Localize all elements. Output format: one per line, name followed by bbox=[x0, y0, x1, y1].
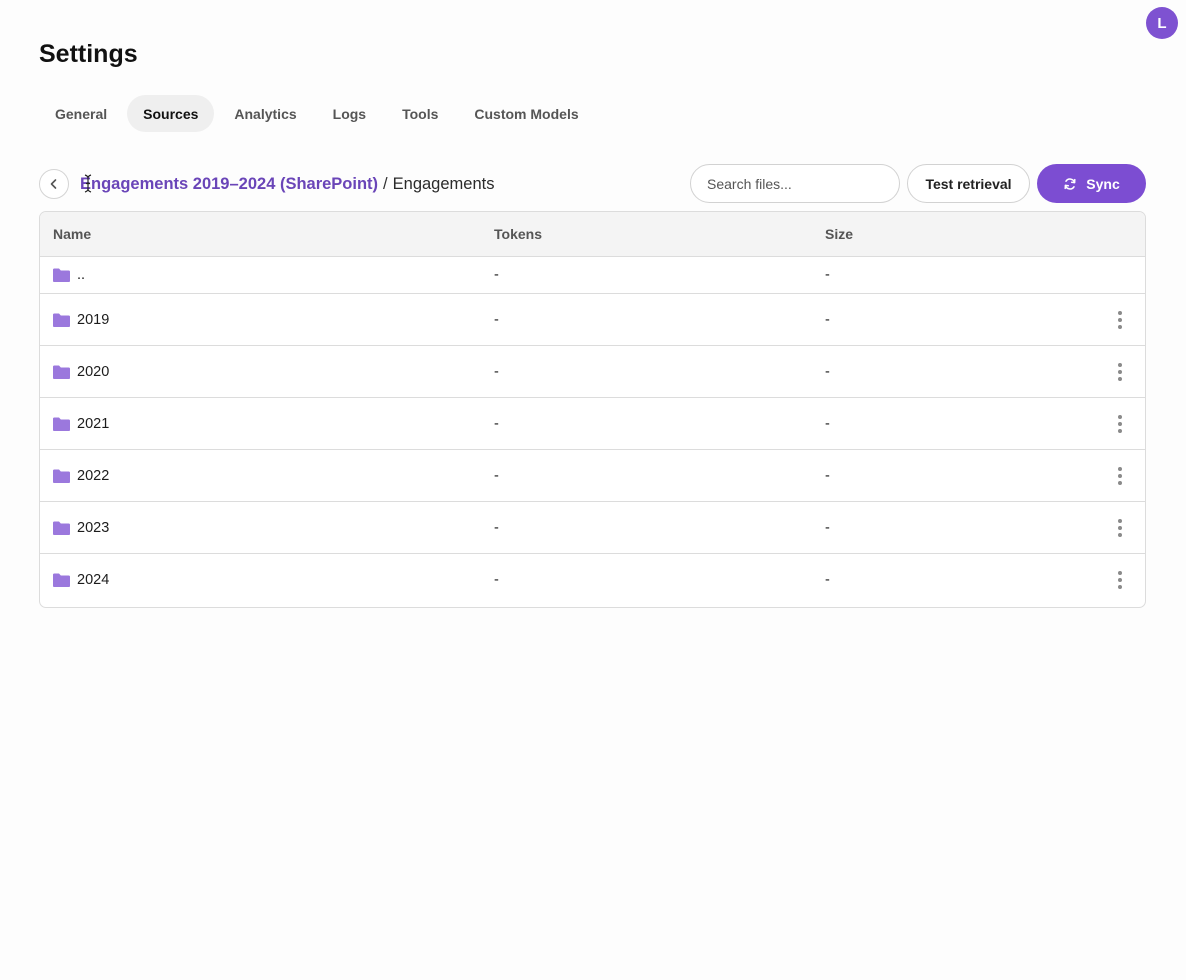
tab-label: Tools bbox=[402, 105, 439, 122]
row-name: 2019 bbox=[77, 311, 110, 328]
row-name-cell: 2020 bbox=[53, 346, 109, 397]
sync-label: Sync bbox=[1086, 175, 1120, 192]
row-size: - bbox=[825, 267, 830, 283]
file-table: Name Tokens Size .. - - 2019 - - 2020 - … bbox=[39, 211, 1146, 608]
tab-label: Sources bbox=[143, 105, 199, 122]
row-name-cell: .. bbox=[53, 257, 85, 293]
folder-icon bbox=[53, 268, 70, 282]
back-button[interactable] bbox=[39, 169, 69, 199]
tab-label: Analytics bbox=[234, 105, 297, 122]
table-row[interactable]: 2024 - - bbox=[40, 554, 1145, 606]
row-tokens: - bbox=[494, 415, 499, 432]
row-tokens: - bbox=[494, 519, 499, 536]
row-size: - bbox=[825, 572, 830, 588]
table-row[interactable]: 2020 - - bbox=[40, 346, 1145, 398]
row-name-cell: 2019 bbox=[53, 294, 109, 345]
breadcrumb-separator: / bbox=[383, 174, 388, 193]
breadcrumb-current: Engagements bbox=[392, 174, 495, 193]
folder-icon bbox=[53, 469, 70, 483]
folder-icon bbox=[53, 417, 70, 431]
row-size: - bbox=[825, 311, 830, 328]
row-name: .. bbox=[77, 267, 86, 283]
folder-icon bbox=[53, 573, 70, 587]
tab-general[interactable]: General bbox=[39, 95, 123, 132]
row-name: 2022 bbox=[77, 467, 110, 484]
row-name: 2021 bbox=[77, 415, 110, 432]
row-tokens: - bbox=[494, 311, 499, 328]
more-vertical-icon[interactable] bbox=[1111, 515, 1129, 541]
folder-icon bbox=[53, 521, 70, 535]
row-tokens: - bbox=[494, 267, 499, 283]
test-retrieval-label: Test retrieval bbox=[925, 175, 1012, 192]
breadcrumb-source-link[interactable]: Engagements 2019–2024 (SharePoint) bbox=[80, 175, 378, 194]
table-row-parent-folder[interactable]: .. - - bbox=[40, 257, 1145, 294]
row-size: - bbox=[825, 519, 830, 536]
table-row[interactable]: 2023 - - bbox=[40, 502, 1145, 554]
tab-custom-models[interactable]: Custom Models bbox=[458, 95, 594, 132]
tab-analytics[interactable]: Analytics bbox=[218, 95, 312, 132]
more-vertical-icon[interactable] bbox=[1111, 567, 1129, 593]
user-avatar[interactable]: L bbox=[1146, 7, 1178, 39]
column-header-name[interactable]: Name bbox=[53, 212, 91, 256]
breadcrumb: Engagements 2019–2024 (SharePoint) / Eng… bbox=[80, 174, 494, 194]
table-row[interactable]: 2021 - - bbox=[40, 398, 1145, 450]
tab-sources[interactable]: Sources bbox=[127, 95, 215, 132]
row-tokens: - bbox=[494, 572, 499, 588]
row-name-cell: 2021 bbox=[53, 398, 109, 449]
column-header-tokens[interactable]: Tokens bbox=[494, 212, 542, 256]
row-tokens: - bbox=[494, 363, 499, 380]
more-vertical-icon[interactable] bbox=[1111, 463, 1129, 489]
tab-label: General bbox=[55, 105, 108, 122]
folder-icon bbox=[53, 365, 70, 379]
row-size: - bbox=[825, 363, 830, 380]
row-name: 2024 bbox=[77, 572, 110, 588]
row-name: 2020 bbox=[77, 363, 110, 380]
row-name-cell: 2022 bbox=[53, 450, 109, 501]
tab-label: Custom Models bbox=[474, 105, 579, 122]
tab-logs[interactable]: Logs bbox=[317, 95, 382, 132]
refresh-icon bbox=[1064, 177, 1076, 190]
folder-icon bbox=[53, 313, 70, 327]
row-name-cell: 2023 bbox=[53, 502, 109, 553]
search-files-input[interactable] bbox=[690, 164, 900, 203]
page-title: Settings bbox=[39, 40, 138, 68]
more-vertical-icon[interactable] bbox=[1111, 411, 1129, 437]
avatar-initial: L bbox=[1157, 14, 1167, 32]
row-size: - bbox=[825, 467, 830, 484]
tab-label: Logs bbox=[332, 105, 367, 122]
row-size: - bbox=[825, 415, 830, 432]
table-header: Name Tokens Size bbox=[40, 212, 1145, 257]
row-name: 2023 bbox=[77, 519, 110, 536]
row-tokens: - bbox=[494, 467, 499, 484]
test-retrieval-button[interactable]: Test retrieval bbox=[907, 164, 1030, 203]
sync-button[interactable]: Sync bbox=[1037, 164, 1146, 203]
tab-tools[interactable]: Tools bbox=[386, 95, 454, 132]
table-row[interactable]: 2019 - - bbox=[40, 294, 1145, 346]
row-name-cell: 2024 bbox=[53, 554, 109, 606]
more-vertical-icon[interactable] bbox=[1111, 307, 1129, 333]
table-row[interactable]: 2022 - - bbox=[40, 450, 1145, 502]
settings-tabs: General Sources Analytics Logs Tools Cus… bbox=[39, 95, 595, 132]
chevron-left-icon bbox=[50, 179, 57, 189]
more-vertical-icon[interactable] bbox=[1111, 359, 1129, 385]
column-header-size[interactable]: Size bbox=[825, 212, 853, 256]
